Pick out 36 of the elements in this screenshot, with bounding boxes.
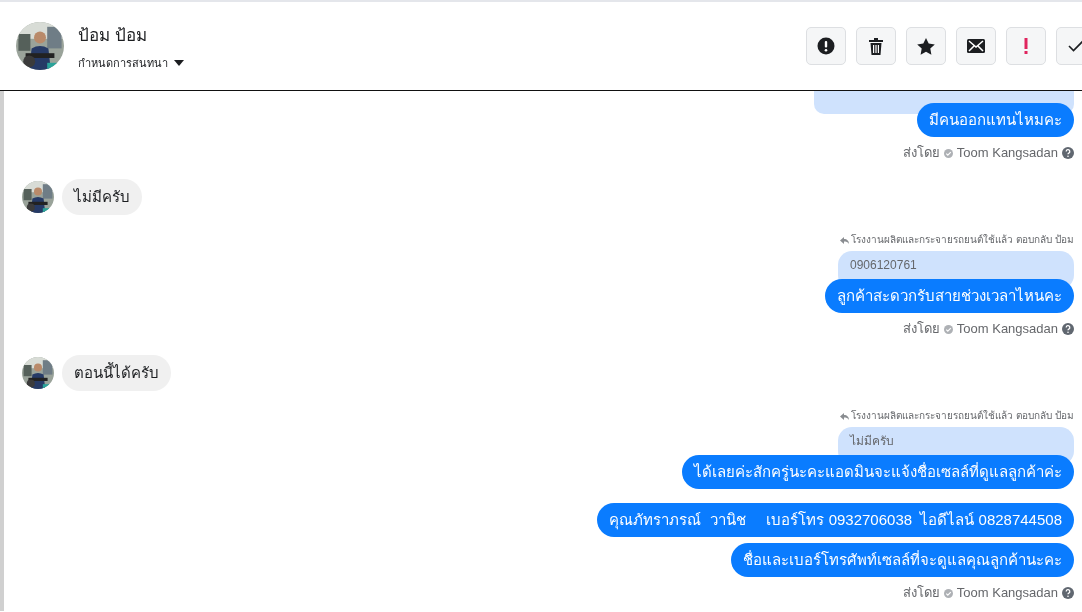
contact-name: ป้อม ป้อม [78, 24, 148, 47]
incoming-message-bubble: ตอนนี้ได้ครับ [62, 355, 171, 391]
check-circle-icon [943, 324, 953, 334]
report-button[interactable] [806, 27, 846, 65]
check-circle-icon [943, 148, 953, 158]
sent-by-label: ส่งโดย [902, 145, 940, 161]
sent-by-label: ส่งโดย [902, 321, 940, 337]
sender-name: Toom Kangsadan [956, 145, 1058, 161]
outgoing-message-bubble: คุณภัทราภรณ์ วานิช เบอร์โทร 0932706038 ไอดีไลน์ 0828744508 [597, 503, 1074, 537]
reply-arrow-icon [840, 412, 850, 420]
envelope-icon [967, 39, 985, 53]
alert-icon [817, 37, 835, 55]
sender-name: Toom Kangsadan [956, 585, 1058, 601]
help-icon [1062, 323, 1074, 335]
outgoing-message-bubble: มีคนออกแทนไหมคะ [917, 103, 1074, 137]
assign-conversation-dropdown[interactable]: กำหนดการสนทนา [78, 53, 184, 72]
help-icon [1062, 587, 1074, 599]
outgoing-message-bubble: ได้เลยค่ะสักครู่นะคะแอดมินจะแจ้งชื่อเซลล์ที่ดูแลลูกค้าค่ะ [682, 455, 1074, 489]
sent-by-label: ส่งโดย [902, 585, 940, 601]
help-icon [1062, 147, 1074, 159]
incoming-message-bubble: ไม่มีครับ [62, 179, 142, 215]
check-circle-icon [943, 588, 953, 598]
reply-arrow-icon [840, 236, 850, 244]
outgoing-message-bubble: ลูกค้าสะดวกรับสายช่วงเวลาไหนคะ [825, 279, 1074, 313]
outgoing-message-bubble: ชื่อและเบอร์โทรศัพท์เซลล์ที่จะดูแลคุณลูกค้านะคะ [731, 543, 1074, 577]
mark-unread-button[interactable] [956, 27, 996, 65]
reply-label: โรงงานผลิตและกระจายรถยนต์ใช้แล้ว ตอบกลับ ป้อม [851, 233, 1074, 247]
check-icon [1068, 40, 1082, 52]
sender-name: Toom Kangsadan [956, 321, 1058, 337]
trash-icon [869, 37, 883, 55]
star-icon [917, 37, 935, 55]
reply-label: โรงงานผลิตและกระจายรถยนต์ใช้แล้ว ตอบกลับ ป้อม [851, 409, 1074, 423]
star-button[interactable] [906, 27, 946, 65]
exclamation-icon [1024, 38, 1028, 54]
caret-icon [174, 59, 184, 66]
delete-button[interactable] [856, 27, 896, 65]
